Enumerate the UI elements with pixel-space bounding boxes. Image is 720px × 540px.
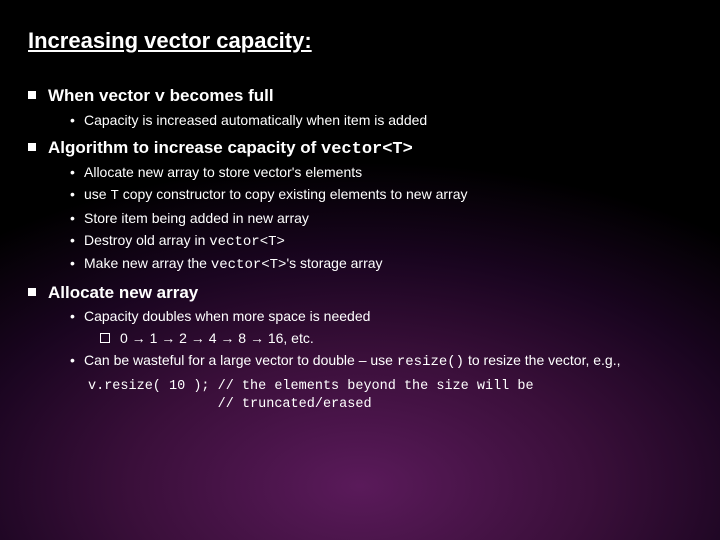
bullet-lvl2: Allocate new array to store vector's ele…: [28, 163, 696, 182]
text: becomes full: [165, 86, 274, 105]
text: use: [84, 186, 110, 202]
text: copy constructor to copy existing elemen…: [119, 186, 468, 202]
bullet-lvl2: Capacity is increased automatically when…: [28, 111, 696, 130]
text: Can be wasteful for a large vector to do…: [84, 352, 397, 368]
bullet-lvl1: When vector v becomes full: [28, 86, 696, 107]
inline-code: vector<T>: [321, 140, 413, 159]
text: Make new array the: [84, 255, 211, 271]
slide: Increasing vector capacity: When vector …: [0, 0, 720, 414]
inline-code: T: [110, 188, 118, 204]
text: 's storage array: [286, 255, 382, 271]
slide-title: Increasing vector capacity:: [28, 28, 696, 54]
inline-code: vector<T>: [211, 257, 287, 273]
bullet-lvl2: use T copy constructor to copy existing …: [28, 185, 696, 206]
inline-code: resize(): [397, 354, 464, 370]
bullet-lvl2: Make new array the vector<T>'s storage a…: [28, 254, 696, 275]
text: Destroy old array in: [84, 232, 209, 248]
inline-code: vector<T>: [209, 234, 285, 250]
inline-code: v: [155, 88, 165, 107]
bullet-lvl1: Allocate new array: [28, 283, 696, 303]
code-block: v.resize( 10 ); // the elements beyond t…: [88, 378, 696, 414]
bullet-lvl2: Store item being added in new array: [28, 209, 696, 228]
bullet-lvl3: 0 → 1 → 2 → 4 → 8 → 16, etc.: [28, 329, 696, 348]
bullet-lvl2: Can be wasteful for a large vector to do…: [28, 351, 696, 372]
bullet-lvl2: Destroy old array in vector<T>: [28, 231, 696, 252]
bullet-lvl2: Capacity doubles when more space is need…: [28, 307, 696, 326]
text: to resize the vector, e.g.,: [464, 352, 620, 368]
bullet-lvl1: Algorithm to increase capacity of vector…: [28, 138, 696, 159]
text: Algorithm to increase capacity of: [48, 138, 321, 157]
text: When vector: [48, 86, 155, 105]
